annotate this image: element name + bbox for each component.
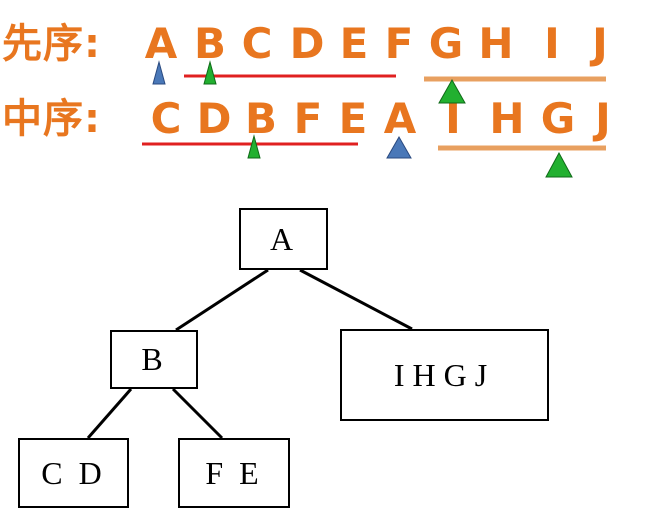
edge-b-fe [171, 387, 224, 440]
left-root-marker-inorder [247, 134, 261, 159]
left-root-marker-preorder [203, 60, 217, 85]
tree-node-label: IHGJ [393, 356, 496, 393]
edge-a-ihgj [299, 268, 413, 331]
tree-node-root: A [239, 208, 328, 270]
tree-node-left-left: C D [18, 438, 129, 508]
tree-node-left-right: F E [178, 438, 290, 508]
tree-node-label: A [269, 220, 298, 257]
tree-node-label: C D [41, 454, 106, 491]
tree-node-left: B [110, 330, 198, 389]
right-root-marker-inorder [545, 151, 573, 178]
right-root-marker-preorder [438, 78, 466, 104]
tree-node-right: IHGJ [340, 329, 549, 421]
edge-a-b [175, 268, 269, 332]
edge-b-cd [86, 388, 133, 439]
tree-node-label: F E [205, 454, 263, 491]
root-marker-inorder [386, 135, 412, 159]
root-marker-preorder [152, 60, 166, 85]
tree-node-label: B [141, 341, 167, 377]
